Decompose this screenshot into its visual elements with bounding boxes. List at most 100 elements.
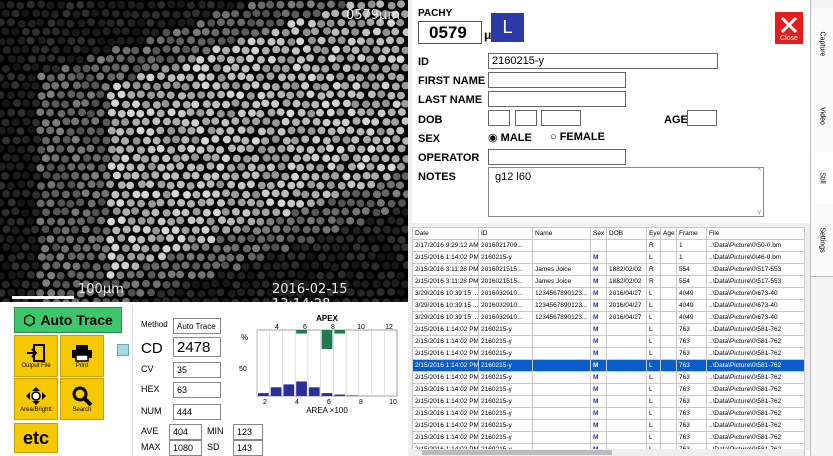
tab-video[interactable]: Video: [811, 80, 833, 153]
tab-capture[interactable]: Capture: [811, 8, 833, 81]
table-cell: [606, 431, 647, 444]
table-cell: 2/15/2016 3:11:28 PM: [412, 275, 479, 288]
table-cell: [660, 407, 677, 420]
table-row[interactable]: 2/15/2016 1:14:02 PM2160215-y M L 763..\Dat…: [412, 431, 805, 444]
column-header[interactable]: Eye: [646, 227, 661, 240]
operator-field[interactable]: [488, 149, 626, 165]
first-name-field[interactable]: [488, 72, 626, 88]
table-cell: 763: [676, 359, 707, 372]
table-row[interactable]: 2/15/2016 1:14:02 PM2160215-y M L 763..\Dat…: [412, 371, 805, 384]
table-cell: M: [590, 431, 607, 444]
search-button[interactable]: Search: [60, 378, 104, 420]
notes-field[interactable]: g12 l60 ^ v: [488, 167, 764, 217]
table-cell: [606, 395, 647, 408]
male-radio[interactable]: ◉ MALE: [488, 131, 532, 144]
etc-label: etc: [22, 427, 49, 448]
table-row[interactable]: 3/29/2016 10:39:15 ... 2016032910... 12345…: [412, 287, 805, 300]
female-radio[interactable]: ○ FEMALE: [550, 131, 605, 143]
column-header[interactable]: Age: [660, 227, 677, 240]
table-cell: R: [646, 239, 661, 252]
area-brightness-button[interactable]: Area/Brightt: [14, 378, 58, 420]
table-cell: 1882/02/02: [606, 275, 647, 288]
table-cell: [660, 359, 677, 372]
bottom-bar: [283, 384, 295, 396]
table-cell: [532, 323, 591, 336]
id-field[interactable]: 2160215-y: [488, 53, 718, 69]
pachy-overlay: 0579μm: [345, 8, 400, 23]
y-axis-label: %: [241, 333, 248, 342]
output-file-button[interactable]: Output File: [14, 335, 58, 377]
male-label: MALE: [500, 132, 532, 144]
table-cell: 554: [676, 263, 707, 276]
column-header[interactable]: ID: [478, 227, 533, 240]
table-cell: ..\Data\Picture\0\46-0.bm: [706, 251, 805, 264]
table-cell: M: [590, 263, 607, 276]
auto-trace-label: Auto Trace: [40, 312, 113, 328]
bottom-bar: [321, 393, 333, 396]
etc-button[interactable]: etc: [14, 423, 58, 453]
column-header[interactable]: Frame: [676, 227, 707, 240]
table-cell: M: [590, 323, 607, 336]
table-cell: [660, 383, 677, 396]
dob-month-field[interactable]: [515, 110, 537, 126]
max-value: 1080: [169, 440, 202, 456]
table-cell: 2160215-y: [478, 359, 533, 372]
table-cell: 2016/04/27: [606, 311, 647, 324]
table-cell: ..\Data\Picture\0\517-553: [706, 275, 805, 288]
table-cell: [532, 359, 591, 372]
scroll-thumb[interactable]: [422, 450, 612, 455]
table-row[interactable]: 3/29/2016 10:39:15 ... 2016032910... 12345…: [412, 311, 805, 324]
table-row[interactable]: 2/15/2016 1:14:02 PM2160215-y M L 763..\Dat…: [412, 419, 805, 432]
table-row[interactable]: 2/17/2016 9:29:12 AM 2016021709... R 1 ..\Da…: [412, 239, 805, 252]
table-row[interactable]: 3/29/2016 10:39:15 ... 2016032910... 12345…: [412, 299, 805, 312]
table-cell: 4049: [676, 311, 707, 324]
specular-image[interactable]: 0579μm 100μm 2016-02-15 13:14:28: [0, 0, 408, 302]
age-field[interactable]: [687, 110, 717, 126]
column-header[interactable]: File: [706, 227, 805, 240]
scroll-up-icon[interactable]: ^: [758, 168, 761, 175]
table-row[interactable]: 2/15/2016 1:14:02 PM2160215-y M L 763..\Dat…: [412, 347, 805, 360]
pachy-label: PACHY: [418, 8, 453, 19]
table-row[interactable]: 2/15/2016 1:14:02 PM2160215-y M L 763..\Dat…: [412, 383, 805, 396]
hex-value: 63: [173, 382, 221, 398]
table-row[interactable]: 2/15/2016 3:11:28 PM 2016021515... James J…: [412, 275, 805, 288]
table-row[interactable]: 2/15/2016 1:14:02 PM2160215-y M L 763..\Dat…: [412, 407, 805, 420]
tab-still[interactable]: Still: [811, 152, 833, 205]
table-cell: 2160215-y: [478, 419, 533, 432]
close-button[interactable]: Close: [775, 12, 803, 44]
dob-year-field[interactable]: [488, 110, 510, 126]
printer-icon: [72, 344, 92, 362]
column-header[interactable]: Sex: [590, 227, 607, 240]
column-header[interactable]: Name: [532, 227, 591, 240]
notes-text: g12 l60: [495, 171, 532, 183]
table-row[interactable]: 2/15/2016 3:11:28 PM 2016021515... James J…: [412, 263, 805, 276]
table-cell: L: [646, 395, 661, 408]
analysis-panel: ⬡ Auto Trace Output File Print Area/Brig…: [0, 302, 408, 456]
method-value: Auto Trace: [173, 318, 221, 334]
table-row[interactable]: 2/15/2016 1:14:02 PM2160215-y M L 763..\Dat…: [412, 323, 805, 336]
table-row[interactable]: 2/15/2016 1:14:02 PM 2160215-y M L 1 ..\Data\…: [412, 251, 805, 264]
last-name-field[interactable]: [488, 91, 626, 107]
table-row[interactable]: 2/15/2016 1:14:02 PM2160215-y M L 763..\Dat…: [412, 335, 805, 348]
table-row[interactable]: 2/15/2016 1:14:02 PM2160215-y M L 763..\Dat…: [412, 395, 805, 408]
print-label: Print: [75, 362, 89, 369]
female-label: FEMALE: [559, 131, 605, 143]
column-header[interactable]: Date: [412, 227, 479, 240]
bottom-tick-label: 8: [359, 399, 363, 406]
table-cell: 2160215-y: [478, 431, 533, 444]
print-button[interactable]: Print: [60, 335, 104, 377]
table-header: Date ID Name Sex DOB Eye Age Frame File: [412, 227, 805, 240]
table-cell: L: [646, 359, 661, 372]
horizontal-scrollbar[interactable]: [412, 449, 804, 456]
table-cell: [606, 251, 647, 264]
table-row[interactable]: 2/15/2016 1:14:02 PM2160215-y M L 763..\Dat…: [412, 359, 805, 372]
bottom-bar: [347, 395, 358, 396]
dob-day-field[interactable]: [541, 110, 581, 126]
scroll-down-icon[interactable]: v: [758, 209, 762, 216]
auto-trace-button[interactable]: ⬡ Auto Trace: [14, 307, 122, 333]
tab-settings[interactable]: Settings: [811, 204, 833, 277]
table-cell: 2160215-y: [478, 383, 533, 396]
column-header[interactable]: DOB: [606, 227, 647, 240]
table-cell: ..\Data\Picture\0\581-762: [706, 359, 805, 372]
table-cell: [660, 419, 677, 432]
